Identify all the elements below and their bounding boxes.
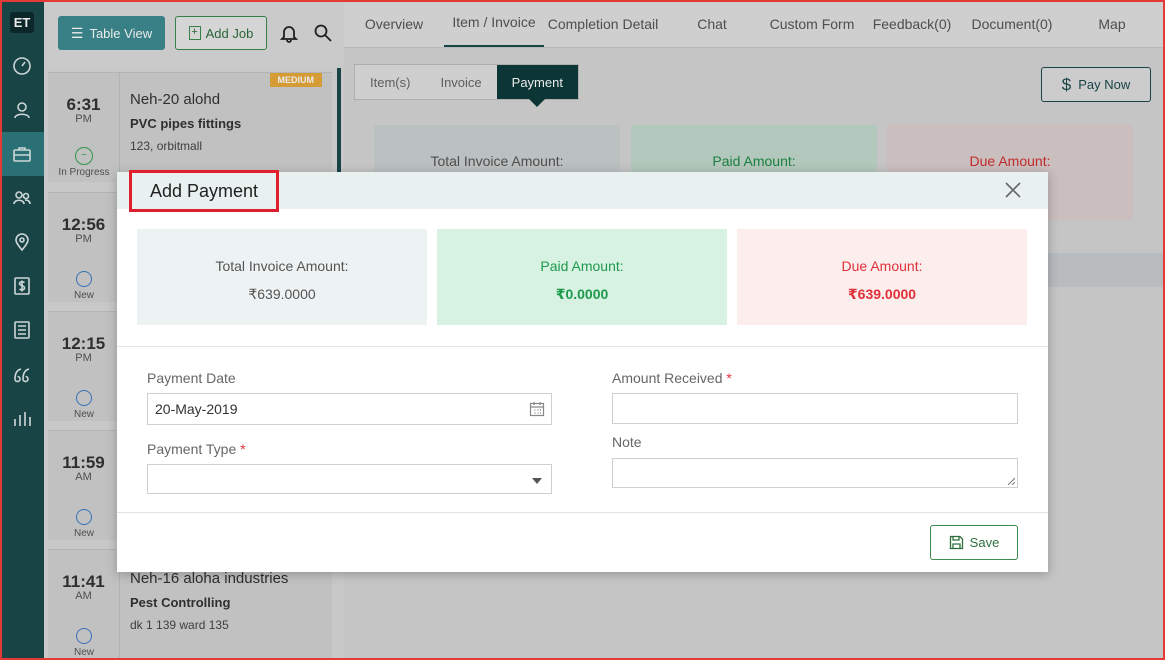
save-button[interactable]: Save [930, 525, 1018, 560]
paid-amount-value: ₹0.0000 [555, 286, 609, 302]
payment-type-select[interactable] [147, 464, 552, 494]
paid-amount-card: Paid Amount: ₹0.0000 [437, 229, 727, 325]
payment-date-label: Payment Date [147, 370, 236, 386]
required-mark: * [726, 370, 732, 386]
total-invoice-label: Total Invoice Amount: [215, 258, 349, 274]
modal-header: Add Payment [117, 170, 1048, 212]
add-payment-modal: Add Payment Total Invoice Amount: ₹639.0… [117, 170, 1048, 572]
amount-received-label-row: Amount Received * [612, 370, 732, 386]
due-amount-value: ₹639.0000 [847, 286, 917, 302]
required-mark: * [240, 441, 246, 457]
resize-handle-icon[interactable] [1007, 477, 1015, 485]
amount-received-input[interactable] [612, 393, 1018, 424]
payment-type-label: Payment Type [147, 441, 237, 457]
payment-summary: Total Invoice Amount: ₹639.0000 Paid Amo… [137, 229, 1027, 325]
note-textarea[interactable] [612, 458, 1018, 488]
payment-type-label-row: Payment Type * [147, 441, 246, 457]
calendar-icon[interactable] [529, 401, 545, 417]
floppy-disk-icon [949, 535, 963, 550]
note-label: Note [612, 434, 642, 450]
paid-amount-label: Paid Amount: [540, 258, 624, 274]
close-icon[interactable] [1004, 181, 1022, 199]
modal-footer-divider [117, 512, 1048, 513]
modal-divider [117, 346, 1048, 347]
payment-date-value: 20-May-2019 [155, 401, 238, 417]
total-invoice-card: Total Invoice Amount: ₹639.0000 [137, 229, 427, 325]
payment-date-field[interactable]: 20-May-2019 [147, 393, 552, 425]
modal-title: Add Payment [129, 170, 280, 212]
amount-received-label: Amount Received [612, 370, 723, 386]
chevron-down-icon [532, 478, 542, 484]
save-label: Save [969, 535, 1000, 550]
total-invoice-value: ₹639.0000 [248, 286, 316, 302]
due-amount-card: Due Amount: ₹639.0000 [737, 229, 1027, 325]
due-amount-label: Due Amount: [841, 258, 923, 274]
